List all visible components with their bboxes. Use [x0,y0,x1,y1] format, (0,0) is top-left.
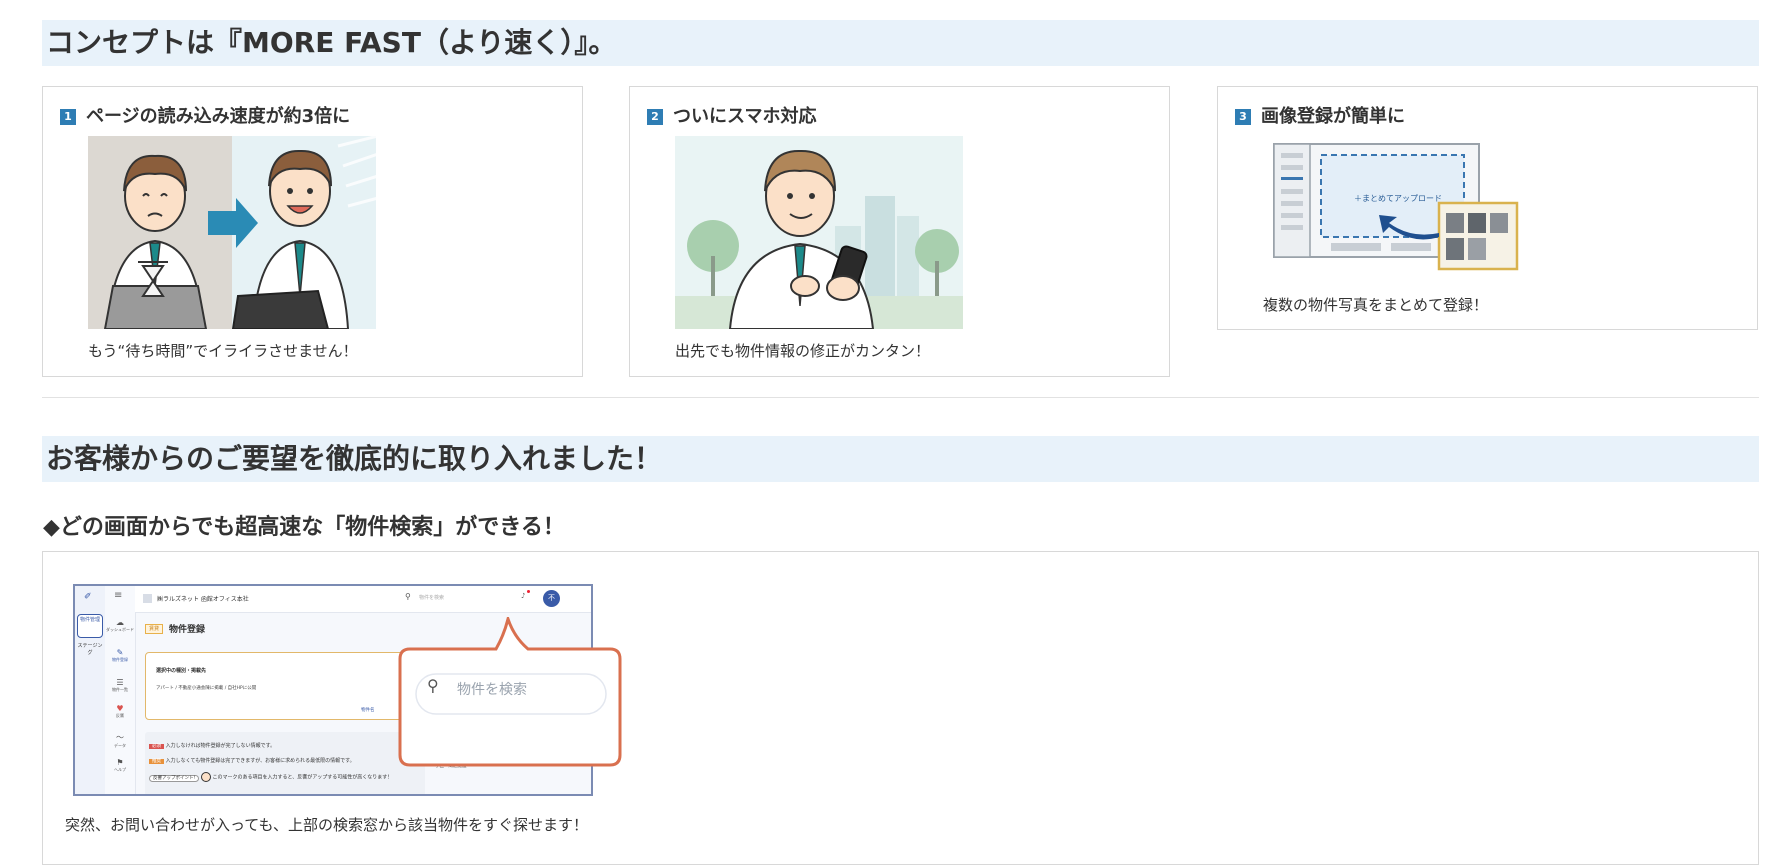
chart-icon: 〜 [116,733,124,742]
subnav-help[interactable]: ⚑ ヘルプ [105,758,135,773]
feature-card-title: 2 ついにスマホ対応 [647,103,816,131]
app-subnav: ≡ ☁ ダッシュボード ✎ 物件登録 ☰ 物件一覧 ♥ 反響 〜データ ⚑ ヘルプ [105,586,136,794]
page-badge: 賃貸 [145,624,164,634]
legend-panel: 必須 入力しなければ物件登録が完了しない情報です。 推奨 入力しなくても物件登録… [145,732,425,794]
list-icon: ☰ [116,678,124,687]
flag-icon: ⚑ [116,758,124,767]
search-feature-caption: 突然、お問い合わせが入っても、上部の検索窓から該当物件をすぐ探せます！ [65,816,589,834]
callout-search-input[interactable]: 物件を検索 [457,679,527,699]
section-divider [42,397,1759,398]
sidebar-item-property-manage[interactable]: 物件管理 [77,614,103,638]
number-badge: 1 [60,109,76,125]
search-feature-card: ✐ 物件管理 ステージング ≡ ☁ ダッシュボード ✎ 物件登録 ☰ 物件一覧 ♥ 反響… [42,551,1759,865]
property-name-link[interactable]: 物件名 [361,707,375,713]
nav-label: 反響 [116,713,124,718]
nav-label: 物件登録 [112,657,128,662]
section-heading-requests: お客様からのご要望を徹底的に取り入れました！ [42,436,1759,482]
search-icon: ⚲ [427,676,439,695]
subnav-property-register[interactable]: ✎ 物件登録 [105,648,135,663]
speed-illustration [88,136,376,329]
nav-label: ダッシュボード [106,627,134,632]
mobile-illustration [675,136,963,329]
page-title: 物件登録 [169,625,206,635]
tip-face-icon [200,772,211,782]
app-logo-icon: ✐ [84,592,92,602]
nav-label: データ [114,743,126,748]
tip-tag: 反響アップポイント! [149,774,200,782]
sidebar-item-staging[interactable]: ステージング [76,642,104,656]
app-topbar: ㈱ラルズネット 函館オフィス本社 ⚲ 物件を検索 ♪ 不 [135,586,591,613]
menu-icon[interactable]: ≡ [114,590,122,601]
nav-label: ステージング [77,643,103,656]
legend-row-tip: 反響アップポイント! このマークのある項目を入力すると、反響がアップする可能性が… [149,772,392,782]
number-badge: 2 [647,109,663,125]
avatar[interactable]: 不 [543,590,560,607]
nav-label: 物件管理 [79,617,100,623]
upload-illustration [1273,143,1519,271]
feature-caption: 出先でも物件情報の修正がカンタン！ [675,342,931,360]
company-name[interactable]: ㈱ラルズネット 函館オフィス本社 [157,594,249,603]
legend-text: 入力しなくても物件登録は完了できますが、お客様に求められる最低限の情報です。 [165,758,355,764]
heart-icon: ♥ [116,704,124,713]
company-icon [143,594,152,603]
pencil-icon: ✎ [116,648,124,657]
notification-dot [527,590,530,593]
bell-icon[interactable]: ♪ [521,592,525,600]
nav-label: ヘルプ [114,767,126,772]
feature-title-text: ページの読み込み速度が約3倍に [86,106,351,127]
feature-card-title: 1 ページの読み込み速度が約3倍に [60,103,350,131]
topbar-search-input[interactable]: 物件を検索 [419,594,444,601]
subnav-data[interactable]: 〜データ [105,732,135,749]
feature-card-mobile: 2 ついにスマホ対応 出先でも物件情報の修正がカンタン！ [629,86,1170,377]
feature-caption: もう“待ち時間”でイライラさせません！ [88,342,358,360]
feature-title-text: 画像登録が簡単に [1261,106,1405,127]
feature-card-title: 3 画像登録が簡単に [1235,103,1405,131]
search-icon-small: ⚲ [405,592,411,601]
selection-title: 選択中の種別・掲載先 [156,668,207,674]
cloud-icon: ☁ [116,618,124,627]
subnav-response[interactable]: ♥ 反響 [105,704,135,719]
legend-text: 入力しなければ物件登録が完了しない情報です。 [165,743,276,749]
upload-label: ＋まとめてアップロード [1354,194,1442,203]
section-heading-concept: コンセプトは『MORE FAST（より速く）』。 [42,20,1759,66]
feature-caption: 複数の物件写真をまとめて登録！ [1263,296,1489,314]
app-sidebar: ✐ 物件管理 ステージング [75,586,106,794]
tip-text: このマークのある項目を入力すると、反響がアップする可能性が高くなります！ [212,774,393,781]
feature-title-text: ついにスマホ対応 [673,106,817,127]
selection-path: アパート / 不動産小通会陳に掲載 / 自社HPに公開 [156,686,257,691]
subnav-property-list[interactable]: ☰ 物件一覧 [105,678,135,693]
legend-row-recommended: 推奨 入力しなくても物件登録は完了できますが、お客様に求められる最低限の情報です… [149,757,355,764]
feature-subheading: ◆どの画面からでも超高速な「物件検索」ができる！ [43,515,565,540]
feature-card-speed: 1 ページの読み込み速度が約3倍に もう“待ち時間”でイライラさせません！ [42,86,583,377]
required-tag: 必須 [149,744,164,749]
subnav-dashboard[interactable]: ☁ ダッシュボード [105,618,135,633]
number-badge: 3 [1235,109,1251,125]
legend-row-required: 必須 入力しなければ物件登録が完了しない情報です。 [149,742,275,749]
recommended-tag: 推奨 [149,759,164,764]
feature-card-image-upload: 3 画像登録が簡単に ＋まとめてアップロード 複数の物件写真をまとめて登録！ [1217,86,1758,330]
nav-label: 物件一覧 [112,687,128,692]
